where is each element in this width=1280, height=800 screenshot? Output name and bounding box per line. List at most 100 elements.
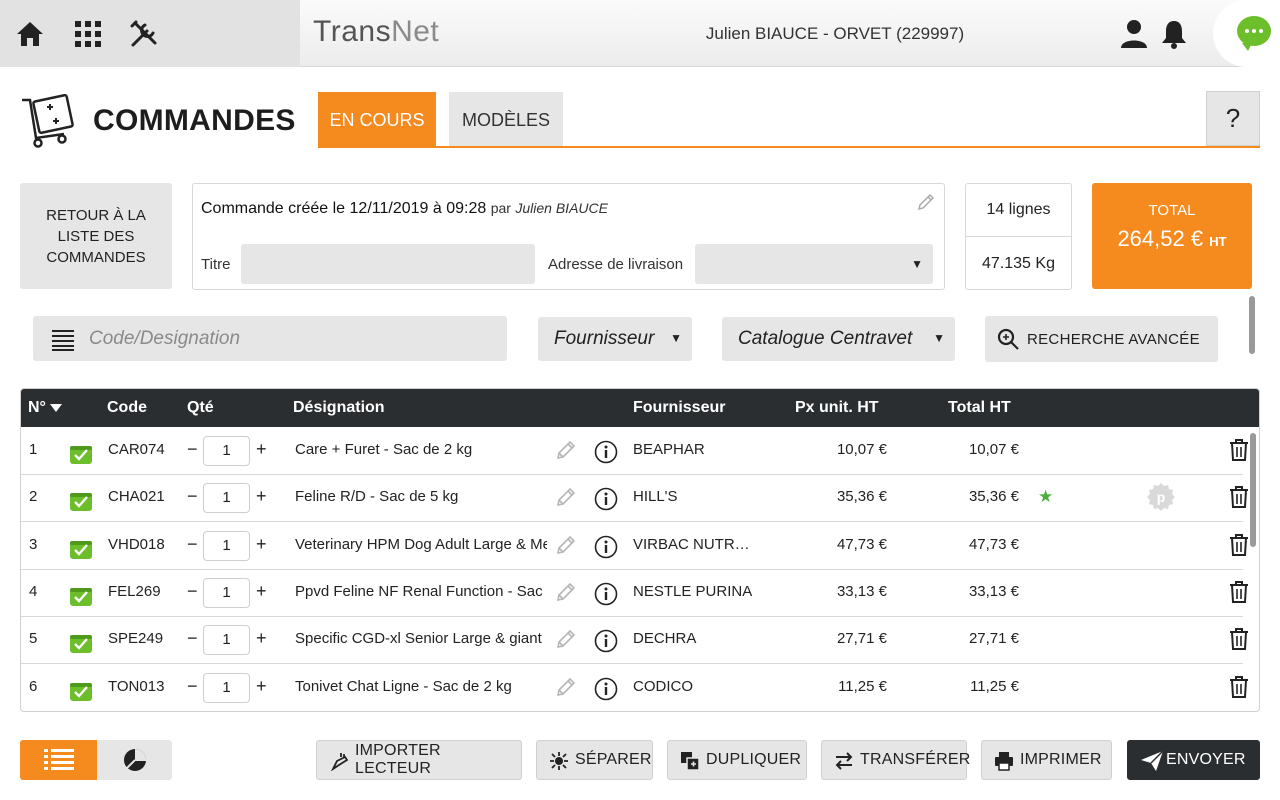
qty-input[interactable]: 1 — [203, 625, 250, 656]
fournisseur-select[interactable]: Fournisseur ▼ — [538, 317, 692, 361]
checked-box-icon[interactable] — [70, 491, 92, 512]
table-row[interactable]: 3 VHD018 −1 + Veterinary HPM Dog Adult Large… — [21, 522, 1248, 570]
qty-decrement-button[interactable]: − — [187, 581, 198, 602]
qty-input[interactable]: 1 — [203, 436, 250, 466]
col-num-header[interactable]: N° — [28, 399, 62, 417]
order-lines-table: N° Code Qté Désignation Fournisseur Px u… — [20, 388, 1260, 712]
checked-box-icon[interactable] — [70, 586, 92, 606]
import-reader-label: IMPORTER LECTEUR — [355, 742, 441, 777]
qty-increment-button[interactable]: + — [256, 534, 267, 555]
transfer-button[interactable]: TRANSFÉRER — [821, 740, 970, 780]
order-stats: 14 lignes 47.135 Kg — [965, 183, 1072, 290]
import-reader-button[interactable]: IMPORTER LECTEUR — [316, 740, 522, 780]
adresse-livraison-label: Adresse de livraison — [548, 256, 684, 273]
favorite-star-icon[interactable]: ★ — [1038, 487, 1053, 507]
row-unit-price: 35,36 € — [836, 488, 887, 506]
duplicate-icon — [680, 751, 700, 771]
code-search-field[interactable] — [33, 316, 507, 361]
pencil-icon[interactable] — [555, 628, 577, 650]
table-row[interactable]: 5 SPE249 −1 + Specific CGD-xl Senior Large &… — [21, 616, 1248, 665]
titre-label: Titre — [201, 256, 231, 273]
qty-increment-button[interactable]: + — [256, 439, 267, 460]
chat-icon[interactable] — [1237, 16, 1271, 51]
brand-logo: TransNet — [313, 15, 440, 48]
pencil-icon[interactable] — [555, 439, 577, 461]
trash-icon[interactable] — [1229, 675, 1249, 699]
list-icon — [43, 749, 74, 770]
search-input[interactable] — [89, 316, 489, 361]
print-button[interactable]: IMPRIMER — [981, 740, 1112, 780]
table-row[interactable]: 1 CAR074−1 + Care + Furet - Sac de 2 kg BEAP… — [21, 427, 1248, 475]
send-button[interactable]: ENVOYER — [1127, 740, 1260, 780]
table-row[interactable]: 2 CHA021 −1 + Feline R/D - Sac de 5 kg HILL'S… — [21, 474, 1248, 523]
qty-input[interactable]: 1 — [203, 530, 250, 561]
checked-box-icon[interactable] — [70, 681, 92, 701]
info-icon[interactable] — [594, 535, 618, 559]
split-label: SÉPARER — [575, 751, 652, 768]
qty-decrement-button[interactable]: − — [187, 676, 198, 697]
tab-en-cours[interactable]: EN COURS — [318, 92, 436, 148]
catalogue-select[interactable]: Catalogue Centravet ▼ — [722, 317, 955, 361]
trash-icon[interactable] — [1229, 533, 1249, 557]
sort-down-icon — [49, 403, 62, 412]
info-icon[interactable] — [594, 440, 618, 464]
send-label: ENVOYER — [1166, 751, 1246, 768]
magnifier-icon — [996, 327, 1020, 351]
pencil-icon[interactable] — [555, 581, 577, 603]
qty-input[interactable]: 1 — [203, 577, 250, 608]
checked-box-icon[interactable] — [70, 539, 92, 559]
table-scrollbar[interactable] — [1250, 433, 1256, 547]
order-weight: 47.135 Kg — [982, 254, 1055, 272]
pencil-icon[interactable] — [555, 676, 577, 698]
qty-increment-button[interactable]: + — [256, 628, 267, 649]
page-scrollbar[interactable] — [1249, 296, 1255, 354]
row-unit-price: 10,07 € — [836, 441, 887, 458]
pencil-icon[interactable] — [555, 486, 577, 508]
duplicate-button[interactable]: DUPLIQUER — [667, 740, 807, 780]
qty-decrement-button[interactable]: − — [187, 628, 198, 649]
row-supplier: DECHRA — [633, 630, 697, 648]
qty-increment-button[interactable]: + — [256, 581, 267, 602]
titre-input[interactable] — [241, 244, 535, 284]
user-icon[interactable] — [1118, 18, 1150, 50]
split-button[interactable]: SÉPARER — [536, 740, 653, 780]
qty-input[interactable]: 1 — [203, 483, 250, 514]
back-to-orders-button[interactable]: RETOUR À LA LISTE DES COMMANDES — [20, 183, 172, 289]
apps-grid-icon[interactable] — [72, 18, 104, 50]
promo-badge-icon[interactable]: p — [1146, 482, 1176, 512]
qty-decrement-button[interactable]: − — [187, 439, 198, 460]
trash-icon[interactable] — [1229, 580, 1249, 604]
trash-icon[interactable] — [1229, 627, 1249, 651]
trash-icon[interactable] — [1229, 438, 1249, 462]
current-user: Julien BIAUCE - ORVET (229997) — [705, 24, 965, 43]
list-view-button[interactable] — [20, 740, 97, 780]
info-icon[interactable] — [594, 677, 618, 701]
qty-decrement-button[interactable]: − — [187, 534, 198, 555]
tab-modeles[interactable]: MODÈLES — [449, 92, 563, 148]
table-row[interactable]: 6 TON013 −1 + Tonivet Chat Ligne - Sac de 2 … — [21, 664, 1248, 711]
advanced-search-button[interactable]: RECHERCHE AVANCÉE — [985, 316, 1218, 362]
checked-box-icon[interactable] — [70, 633, 92, 654]
trash-icon[interactable] — [1229, 485, 1249, 509]
top-bar: TransNet Julien BIAUCE - ORVET (229997) — [0, 0, 1280, 67]
col-unit-price-header: Px unit. HT — [795, 399, 879, 416]
pencil-icon[interactable] — [555, 534, 577, 556]
bell-icon[interactable] — [1158, 18, 1190, 50]
info-icon[interactable] — [594, 629, 618, 653]
chart-view-button[interactable] — [97, 740, 172, 780]
checked-box-icon[interactable] — [70, 444, 92, 464]
help-button[interactable]: ? — [1206, 91, 1260, 146]
qty-increment-button[interactable]: + — [256, 676, 267, 697]
row-total: 10,07 € — [968, 441, 1019, 458]
adresse-livraison-select[interactable]: ▼ — [695, 244, 933, 284]
qty-input[interactable]: 1 — [203, 672, 250, 703]
table-row[interactable]: 4 FEL269 −1 + Ppvd Feline NF Renal Function … — [21, 569, 1248, 617]
home-icon[interactable] — [14, 18, 46, 50]
tools-icon[interactable] — [128, 18, 160, 50]
qty-increment-button[interactable]: + — [256, 486, 267, 507]
row-supplier: BEAPHAR — [633, 441, 705, 458]
qty-decrement-button[interactable]: − — [187, 486, 198, 507]
pencil-icon[interactable] — [916, 192, 936, 212]
info-icon[interactable] — [594, 582, 618, 606]
info-icon[interactable] — [594, 487, 618, 511]
